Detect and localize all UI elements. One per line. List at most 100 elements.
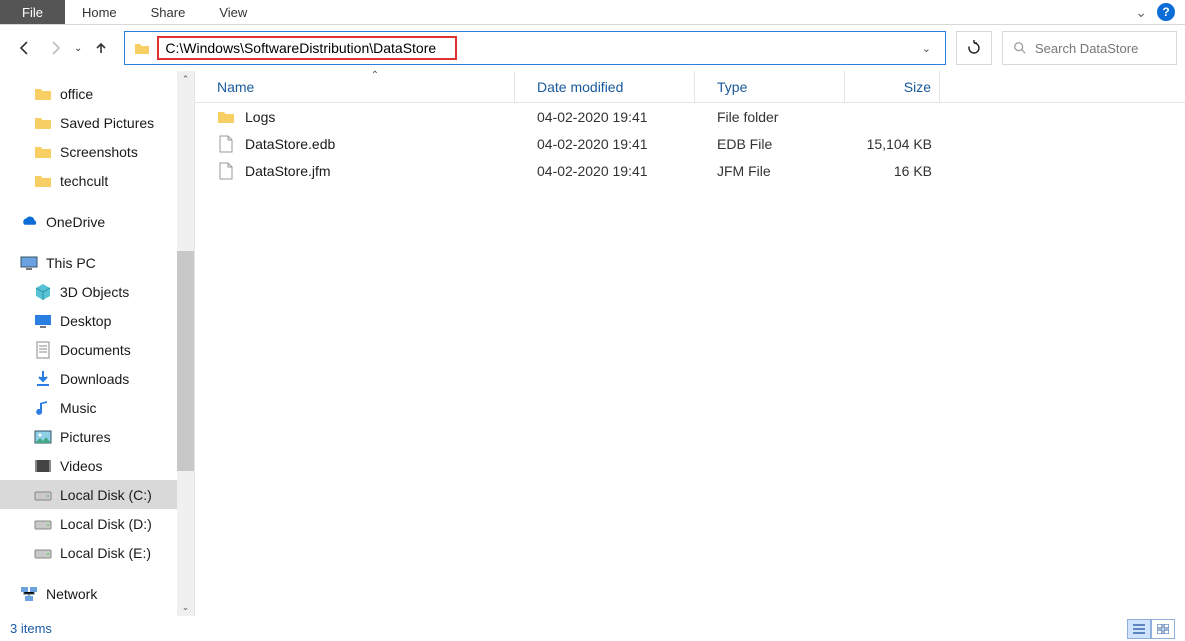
tree-label: Local Disk (E:): [60, 545, 151, 561]
tree-thispc-8[interactable]: Local Disk (D:): [0, 509, 194, 538]
folder-icon: [34, 114, 52, 132]
file-icon: [217, 135, 235, 153]
ribbon-tab-share[interactable]: Share: [134, 0, 203, 24]
tree-thispc-2[interactable]: Documents: [0, 335, 194, 364]
folder-icon: [34, 172, 52, 190]
sort-indicator-icon: ⌃: [371, 70, 379, 81]
folder-icon: [34, 85, 52, 103]
col-size[interactable]: Size: [845, 71, 940, 102]
ribbon: File Home Share View ⌄ ?: [0, 0, 1185, 25]
doc-icon: [34, 341, 52, 359]
back-button[interactable]: [12, 35, 38, 61]
desktop-icon: [34, 312, 52, 330]
file-date: 04-02-2020 19:41: [515, 109, 695, 125]
tree-thispc-7[interactable]: Local Disk (C:): [0, 480, 194, 509]
nav-tree: office Saved Pictures Screenshots techcult O…: [0, 71, 195, 616]
up-button[interactable]: [88, 35, 114, 61]
pc-icon: [20, 254, 38, 272]
file-size: 15,104 KB: [845, 136, 940, 152]
address-bar[interactable]: ⌄: [124, 31, 946, 65]
scroll-down-icon[interactable]: ⌄: [177, 599, 194, 616]
file-row[interactable]: DataStore.jfm 04-02-2020 19:41JFM File16 …: [195, 157, 1185, 184]
scroll-thumb[interactable]: [177, 251, 194, 471]
tree-label: Desktop: [60, 313, 111, 329]
tree-onedrive[interactable]: OneDrive: [0, 207, 194, 236]
tree-thispc-6[interactable]: Videos: [0, 451, 194, 480]
tree-label: OneDrive: [46, 214, 105, 230]
column-headers: Name Date modified Type Size ⌃: [195, 71, 1185, 103]
disk-icon: [34, 486, 52, 504]
file-type: File folder: [695, 109, 845, 125]
recent-locations-button[interactable]: ⌄: [72, 43, 84, 54]
file-list: Name Date modified Type Size ⌃ Logs 04-02…: [195, 71, 1185, 616]
tree-label: Local Disk (D:): [60, 516, 152, 532]
col-type[interactable]: Type: [695, 71, 845, 102]
file-date: 04-02-2020 19:41: [515, 163, 695, 179]
music-icon: [34, 399, 52, 417]
tree-label: Downloads: [60, 371, 129, 387]
view-large-icons-button[interactable]: [1151, 619, 1175, 639]
ribbon-tab-view[interactable]: View: [202, 0, 264, 24]
forward-button[interactable]: [42, 35, 68, 61]
address-input[interactable]: [165, 40, 449, 56]
tree-thispc[interactable]: This PC: [0, 248, 194, 277]
scroll-up-icon[interactable]: ⌃: [177, 71, 194, 88]
tree-thispc-4[interactable]: Music: [0, 393, 194, 422]
ribbon-expand-icon[interactable]: ⌄: [1135, 4, 1147, 21]
view-details-button[interactable]: [1127, 619, 1151, 639]
status-text: 3 items: [10, 621, 52, 636]
tree-label: Network: [46, 586, 97, 602]
folder-icon: [34, 143, 52, 161]
tree-label: office: [60, 86, 93, 102]
file-size: 16 KB: [845, 163, 940, 179]
address-dropdown-icon[interactable]: ⌄: [922, 42, 931, 55]
col-name[interactable]: Name: [195, 71, 515, 102]
search-box[interactable]: Search DataStore: [1002, 31, 1177, 65]
disk-icon: [34, 515, 52, 533]
tree-label: Local Disk (C:): [60, 487, 152, 503]
tree-scrollbar[interactable]: ⌃ ⌄: [177, 71, 194, 616]
file-row[interactable]: DataStore.edb 04-02-2020 19:41EDB File15,…: [195, 130, 1185, 157]
picture-icon: [34, 428, 52, 446]
tree-thispc-5[interactable]: Pictures: [0, 422, 194, 451]
ribbon-tab-file[interactable]: File: [0, 0, 65, 24]
tree-quick-0[interactable]: office: [0, 79, 194, 108]
network-icon: [20, 585, 38, 603]
tree-network[interactable]: Network: [0, 579, 194, 608]
file-icon: [217, 162, 235, 180]
3d-icon: [34, 283, 52, 301]
address-highlight: [157, 36, 457, 60]
file-name: DataStore.edb: [245, 136, 335, 152]
ribbon-tab-home[interactable]: Home: [65, 0, 134, 24]
status-bar: 3 items: [0, 616, 1185, 641]
file-name: Logs: [245, 109, 275, 125]
tree-label: Documents: [60, 342, 131, 358]
tree-label: Pictures: [60, 429, 111, 445]
tree-label: This PC: [46, 255, 96, 271]
tree-quick-3[interactable]: techcult: [0, 166, 194, 195]
tree-thispc-3[interactable]: Downloads: [0, 364, 194, 393]
tree-thispc-1[interactable]: Desktop: [0, 306, 194, 335]
search-placeholder: Search DataStore: [1035, 41, 1138, 56]
col-date[interactable]: Date modified: [515, 71, 695, 102]
tree-label: Saved Pictures: [60, 115, 154, 131]
onedrive-icon: [20, 213, 38, 231]
folder-icon: [217, 108, 235, 126]
help-icon[interactable]: ?: [1157, 3, 1175, 21]
file-type: EDB File: [695, 136, 845, 152]
tree-thispc-9[interactable]: Local Disk (E:): [0, 538, 194, 567]
file-date: 04-02-2020 19:41: [515, 136, 695, 152]
download-icon: [34, 370, 52, 388]
tree-label: 3D Objects: [60, 284, 129, 300]
file-row[interactable]: Logs 04-02-2020 19:41File folder: [195, 103, 1185, 130]
disk-icon: [34, 544, 52, 562]
refresh-button[interactable]: [956, 31, 992, 65]
tree-label: Music: [60, 400, 97, 416]
file-name: DataStore.jfm: [245, 163, 331, 179]
tree-thispc-0[interactable]: 3D Objects: [0, 277, 194, 306]
video-icon: [34, 457, 52, 475]
file-type: JFM File: [695, 163, 845, 179]
tree-quick-2[interactable]: Screenshots: [0, 137, 194, 166]
tree-label: techcult: [60, 173, 108, 189]
tree-quick-1[interactable]: Saved Pictures: [0, 108, 194, 137]
